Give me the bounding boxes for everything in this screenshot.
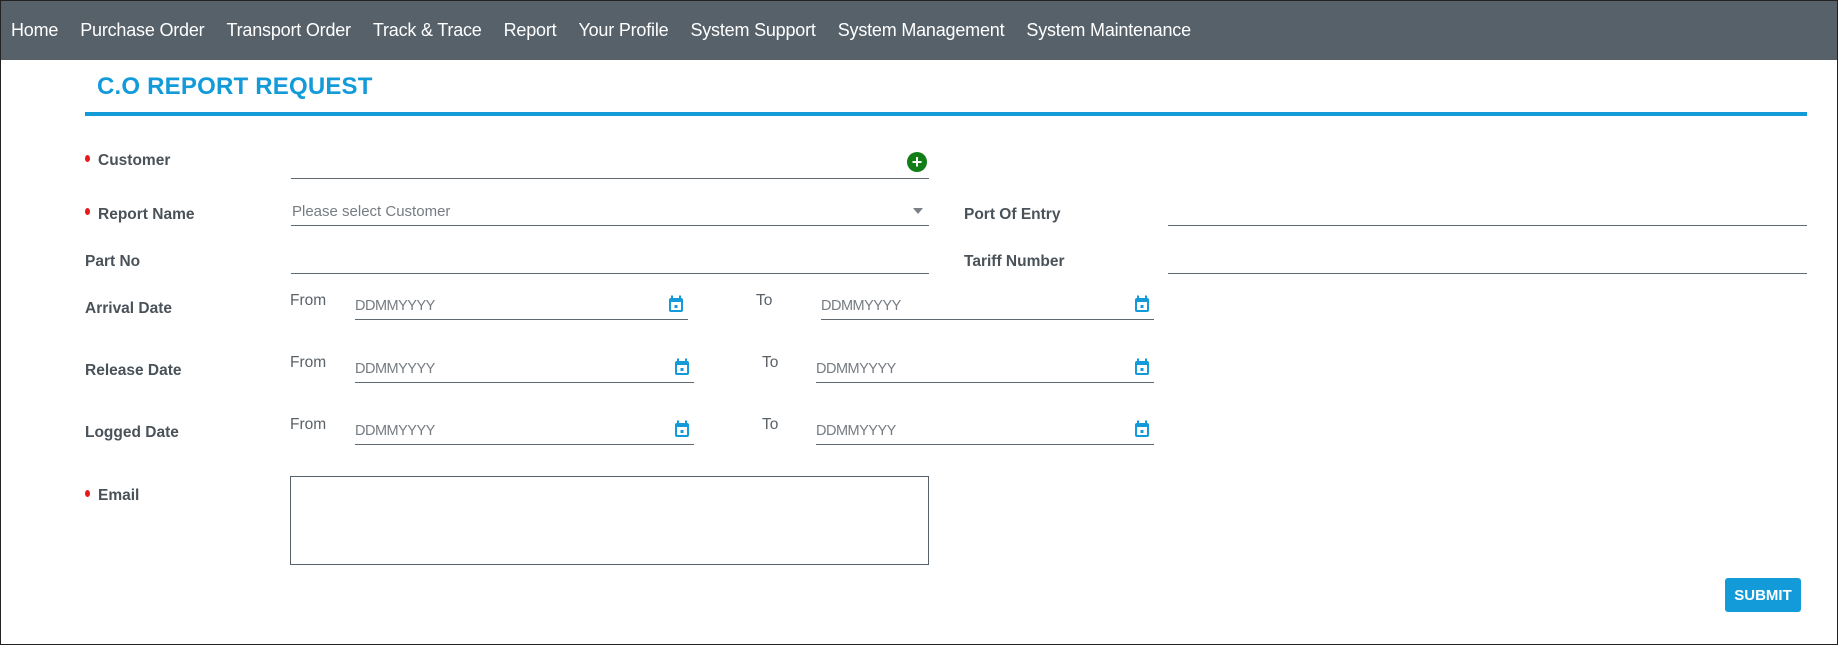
arrival-date-from-input[interactable]: DDMMYYYY [355, 294, 688, 320]
report-name-label: Report Name [98, 206, 195, 223]
arrival-from-placeholder: DDMMYYYY [355, 298, 435, 314]
tariff-number-label: Tariff Number [964, 253, 1065, 270]
tariff-number-input[interactable] [1168, 248, 1807, 274]
logged-date-to-input[interactable]: DDMMYYYY [816, 419, 1154, 445]
report-name-placeholder: Please select Customer [292, 203, 451, 220]
release-date-from-input[interactable]: DDMMYYYY [355, 357, 694, 383]
top-nav: Home Purchase Order Transport Order Trac… [1, 1, 1837, 60]
email-label: Email [98, 487, 140, 504]
logged-date-label: Logged Date [85, 424, 179, 441]
port-of-entry-input[interactable] [1168, 200, 1807, 226]
nav-item-report[interactable]: Report [504, 20, 557, 41]
nav-item-home[interactable]: Home [11, 20, 58, 41]
required-indicator [85, 208, 90, 215]
customer-label: Customer [98, 152, 171, 169]
part-no-input[interactable] [291, 248, 929, 274]
nav-item-system-support[interactable]: System Support [690, 20, 815, 41]
release-date-to-input[interactable]: DDMMYYYY [816, 357, 1154, 383]
add-customer-icon[interactable]: + [907, 152, 927, 172]
required-indicator [85, 490, 90, 497]
logged-from-placeholder: DDMMYYYY [355, 423, 435, 439]
logged-from-label: From [290, 416, 327, 433]
release-from-label: From [290, 354, 327, 371]
calendar-icon[interactable] [674, 358, 690, 376]
report-name-select[interactable]: Please select Customer [291, 200, 929, 226]
customer-input[interactable]: + [291, 152, 929, 179]
calendar-icon[interactable] [1134, 420, 1150, 438]
calendar-icon[interactable] [674, 420, 690, 438]
arrival-to-label: To [756, 292, 773, 309]
calendar-icon[interactable] [1134, 295, 1150, 313]
arrival-date-to-input[interactable]: DDMMYYYY [821, 294, 1154, 320]
part-no-label: Part No [85, 253, 141, 270]
arrival-from-label: From [290, 292, 327, 309]
arrival-to-placeholder: DDMMYYYY [821, 298, 901, 314]
release-date-label: Release Date [85, 362, 182, 379]
logged-date-from-input[interactable]: DDMMYYYY [355, 419, 694, 445]
email-textarea[interactable] [290, 476, 929, 565]
page-title: C.O REPORT REQUEST [97, 73, 373, 100]
nav-item-track-trace[interactable]: Track & Trace [373, 20, 482, 41]
logged-to-placeholder: DDMMYYYY [816, 423, 896, 439]
calendar-icon[interactable] [668, 295, 684, 313]
nav-item-purchase-order[interactable]: Purchase Order [80, 20, 204, 41]
calendar-icon[interactable] [1134, 358, 1150, 376]
release-from-placeholder: DDMMYYYY [355, 361, 435, 377]
nav-item-system-maintenance[interactable]: System Maintenance [1026, 20, 1191, 41]
submit-button[interactable]: SUBMIT [1725, 578, 1801, 612]
nav-item-transport-order[interactable]: Transport Order [226, 20, 351, 41]
release-to-label: To [762, 354, 779, 371]
arrival-date-label: Arrival Date [85, 300, 173, 317]
logged-to-label: To [762, 416, 779, 433]
title-divider [85, 112, 1807, 116]
required-indicator [85, 155, 90, 162]
chevron-down-icon[interactable] [913, 208, 923, 214]
nav-item-system-management[interactable]: System Management [838, 20, 1005, 41]
nav-item-your-profile[interactable]: Your Profile [578, 20, 668, 41]
release-to-placeholder: DDMMYYYY [816, 361, 896, 377]
port-of-entry-label: Port Of Entry [964, 206, 1061, 223]
